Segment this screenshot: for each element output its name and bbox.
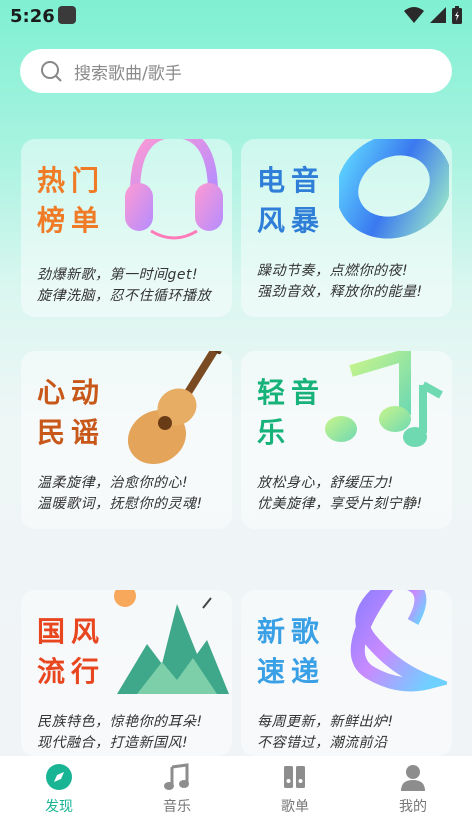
card-title: 心动民谣 bbox=[37, 376, 106, 449]
ribbon-icon bbox=[350, 590, 447, 692]
wifi-icon bbox=[404, 7, 424, 23]
card-chinese-style[interactable]: 国风流行 民族特色，惊艳你的耳朵! 现代融合，打造新国风! bbox=[21, 590, 232, 756]
card-desc-line-1: 温柔旋律，治愈你的心! bbox=[37, 475, 189, 491]
search-icon bbox=[41, 61, 62, 82]
bottom-nav: 发现 音乐 歌单 我的 bbox=[0, 756, 472, 840]
music-note-icon bbox=[325, 351, 443, 447]
card-desc-line-1: 每周更新，新鲜出炉! bbox=[257, 714, 394, 730]
nav-label: 歌单 bbox=[281, 799, 309, 815]
music-icon bbox=[162, 762, 192, 792]
nav-label: 我的 bbox=[399, 799, 427, 815]
mountain-icon bbox=[114, 590, 229, 694]
nav-playlists[interactable]: 歌单 bbox=[236, 756, 354, 840]
card-desc-line-2: 旋律洗脑，忍不住循环播放 bbox=[37, 288, 211, 304]
card-desc-line-1: 劲爆新歌，第一时间get! bbox=[37, 267, 199, 283]
nav-discover[interactable]: 发现 bbox=[0, 756, 118, 840]
playlist-icon bbox=[280, 762, 310, 792]
battery-icon bbox=[452, 6, 462, 24]
nav-label: 音乐 bbox=[163, 799, 191, 815]
nav-music[interactable]: 音乐 bbox=[118, 756, 236, 840]
card-light-music[interactable]: 轻音乐 放松身心，舒缓压力! 优美旋律，享受片刻宁静! bbox=[241, 351, 452, 529]
torus-icon bbox=[339, 139, 449, 239]
card-electronic[interactable]: 电音风暴 躁动节奏，点燃你的夜! 强劲音效，释放你的能量! bbox=[241, 139, 452, 317]
card-desc-line-1: 放松身心，舒缓压力! bbox=[257, 475, 394, 491]
status-icons bbox=[404, 6, 462, 24]
card-desc-line-1: 民族特色，惊艳你的耳朵! bbox=[37, 714, 203, 730]
card-folk[interactable]: 心动民谣 温柔旋律，治愈你的心! 温暖歌词，抚慰你的灵魂! bbox=[21, 351, 232, 529]
card-desc-line-2: 温暖歌词，抚慰你的灵魂! bbox=[37, 496, 203, 512]
card-desc-line-2: 强劲音效，释放你的能量! bbox=[257, 284, 423, 300]
card-hot-charts[interactable]: 热门榜单 劲爆新歌，第一时间get! 旋律洗脑，忍不住循环播放 bbox=[21, 139, 232, 317]
status-bar: 5:26 bbox=[0, 0, 472, 32]
card-title: 电音风暴 bbox=[257, 164, 326, 237]
card-new-releases[interactable]: 新歌速递 每周更新，新鲜出炉! 不容错过，潮流前沿 bbox=[241, 590, 452, 756]
card-desc-line-2: 优美旋律，享受片刻宁静! bbox=[257, 496, 423, 512]
headphones-icon bbox=[125, 139, 223, 240]
nav-label: 发现 bbox=[45, 799, 73, 815]
app-notification-icon bbox=[58, 6, 76, 24]
signal-icon bbox=[430, 7, 446, 23]
nav-profile[interactable]: 我的 bbox=[354, 756, 472, 840]
search-input[interactable]: 搜索歌曲/歌手 bbox=[74, 59, 182, 84]
search-bar[interactable]: 搜索歌曲/歌手 bbox=[20, 49, 452, 93]
compass-icon bbox=[44, 762, 74, 792]
card-title: 热门榜单 bbox=[37, 164, 106, 237]
guitar-icon bbox=[127, 351, 228, 465]
card-desc-line-2: 现代融合，打造新国风! bbox=[37, 735, 189, 751]
profile-icon bbox=[398, 762, 428, 792]
status-time: 5:26 bbox=[10, 6, 55, 27]
card-desc-line-1: 躁动节奏，点燃你的夜! bbox=[257, 263, 409, 279]
card-desc-line-2: 不容错过，潮流前沿 bbox=[257, 735, 388, 751]
